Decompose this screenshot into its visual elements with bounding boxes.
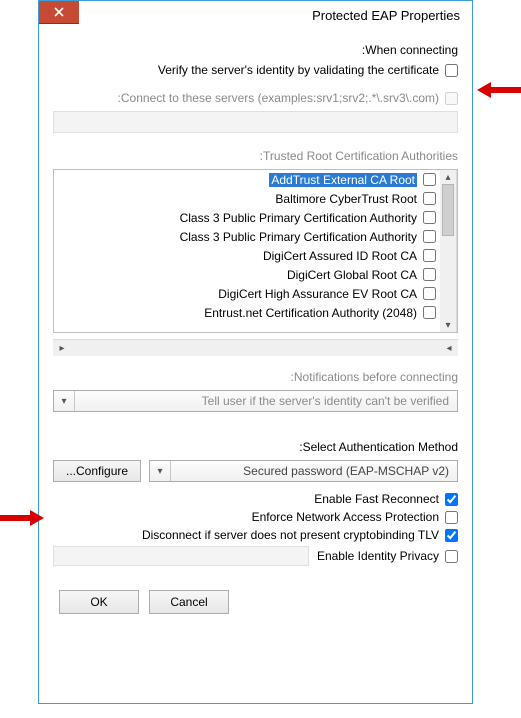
ca-item[interactable]: Class 3 Public Primary Certification Aut… — [54, 227, 440, 246]
window-title: Protected EAP Properties — [39, 8, 460, 23]
ca-item-checkbox[interactable] — [423, 306, 436, 319]
ca-item-label: Baltimore CyberTrust Root — [275, 192, 417, 206]
cryptobinding-input[interactable] — [445, 529, 458, 542]
cryptobinding-label: Disconnect if server does not present cr… — [142, 528, 439, 542]
scroll-left-icon[interactable]: ◂ — [442, 342, 456, 354]
peap-properties-dialog: Protected EAP Properties When connecting… — [38, 0, 473, 704]
identity-privacy-field — [53, 546, 309, 566]
ca-item-checkbox[interactable] — [423, 268, 436, 281]
auth-method-value: Secured password (EAP-MSCHAP v2) — [171, 461, 457, 481]
close-button[interactable] — [39, 1, 79, 24]
notifications-dropdown: Tell user if the server's identity can't… — [53, 390, 458, 412]
ca-item-checkbox[interactable] — [423, 192, 436, 205]
close-icon — [54, 7, 64, 17]
connect-servers-field — [53, 111, 458, 133]
ok-button[interactable]: OK — [59, 590, 139, 614]
cancel-button[interactable]: Cancel — [149, 590, 229, 614]
ca-item[interactable]: Baltimore CyberTrust Root — [54, 189, 440, 208]
ca-item-label: DigiCert Global Root CA — [287, 268, 417, 282]
identity-privacy-label: Enable Identity Privacy — [317, 549, 439, 563]
chevron-down-icon[interactable]: ▾ — [150, 461, 171, 481]
ca-item-label: Class 3 Public Primary Certification Aut… — [180, 230, 417, 244]
nap-label: Enforce Network Access Protection — [252, 510, 439, 524]
horizontal-scrollbar[interactable]: ▸ ◂ — [53, 339, 458, 356]
fast-reconnect-checkbox[interactable]: Enable Fast Reconnect — [53, 492, 458, 506]
scroll-thumb[interactable] — [442, 184, 454, 236]
ca-item[interactable]: Entrust.net Certification Authority (204… — [54, 303, 440, 322]
identity-privacy-checkbox[interactable]: Enable Identity Privacy — [317, 549, 458, 563]
when-connecting-label: When connecting: — [53, 43, 458, 57]
fast-reconnect-input[interactable] — [445, 493, 458, 506]
scroll-right-icon[interactable]: ▸ — [55, 342, 69, 354]
connect-servers-checkbox: Connect to these servers (examples:srv1;… — [53, 91, 458, 105]
ca-item-label: DigiCert High Assurance EV Root CA — [218, 287, 417, 301]
titlebar: Protected EAP Properties — [39, 1, 472, 29]
ok-button-label: OK — [90, 595, 107, 609]
verify-identity-label: Verify the server's identity by validati… — [158, 63, 439, 77]
configure-button[interactable]: Configure... — [53, 460, 141, 482]
ca-item-label: Entrust.net Certification Authority (204… — [204, 306, 417, 320]
callout-arrow-configure — [0, 510, 42, 526]
vertical-scrollbar[interactable]: ▴ ▾ — [440, 170, 457, 332]
nap-checkbox[interactable]: Enforce Network Access Protection — [53, 510, 458, 524]
notifications-label: Notifications before connecting: — [53, 370, 458, 384]
configure-button-label: Configure... — [66, 464, 128, 478]
callout-arrow-verify — [479, 82, 521, 98]
connect-servers-label: Connect to these servers (examples:srv1;… — [118, 91, 439, 105]
ca-item[interactable]: DigiCert Global Root CA — [54, 265, 440, 284]
cryptobinding-checkbox[interactable]: Disconnect if server does not present cr… — [53, 528, 458, 542]
nap-input[interactable] — [445, 511, 458, 524]
chevron-down-icon: ▾ — [54, 391, 75, 411]
ca-item[interactable]: DigiCert Assured ID Root CA — [54, 246, 440, 265]
verify-identity-input[interactable] — [445, 64, 458, 77]
ca-item[interactable]: Class 3 Public Primary Certification Aut… — [54, 208, 440, 227]
fast-reconnect-label: Enable Fast Reconnect — [314, 492, 439, 506]
ca-item-checkbox[interactable] — [423, 211, 436, 224]
trusted-root-listbox[interactable]: AddTrust External CA Root Baltimore Cyber… — [53, 169, 458, 333]
ca-item-checkbox[interactable] — [423, 230, 436, 243]
ca-item-checkbox[interactable] — [423, 173, 436, 186]
verify-identity-checkbox[interactable]: Verify the server's identity by validati… — [53, 63, 458, 77]
connect-servers-input — [445, 92, 458, 105]
ca-item[interactable]: AddTrust External CA Root — [54, 170, 440, 189]
ca-item-label: AddTrust External CA Root — [269, 173, 417, 187]
ca-item-checkbox[interactable] — [423, 287, 436, 300]
auth-method-dropdown[interactable]: Secured password (EAP-MSCHAP v2) ▾ — [149, 460, 458, 482]
ca-item-checkbox[interactable] — [423, 249, 436, 262]
trusted-root-label: Trusted Root Certification Authorities: — [53, 149, 458, 163]
notifications-value: Tell user if the server's identity can't… — [75, 391, 457, 411]
cancel-button-label: Cancel — [170, 595, 207, 609]
identity-privacy-input[interactable] — [445, 550, 458, 563]
ca-item[interactable]: DigiCert High Assurance EV Root CA — [54, 284, 440, 303]
scroll-down-icon[interactable]: ▾ — [441, 318, 455, 332]
auth-method-label: Select Authentication Method: — [53, 440, 458, 454]
scroll-up-icon[interactable]: ▴ — [441, 170, 455, 184]
ca-item-label: DigiCert Assured ID Root CA — [263, 249, 417, 263]
ca-item-label: Class 3 Public Primary Certification Aut… — [180, 211, 417, 225]
